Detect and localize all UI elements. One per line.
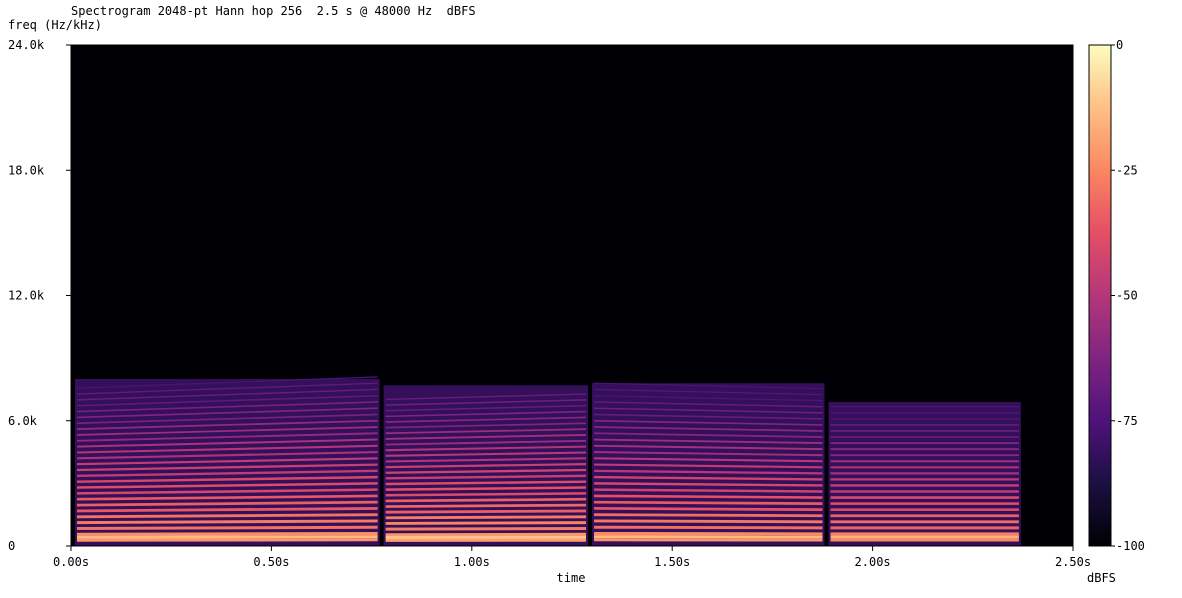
x-tick-label: 1.00s (454, 555, 490, 569)
colorbar-label: dBFS (1087, 571, 1116, 585)
x-tick-label: 2.50s (1055, 555, 1091, 569)
x-tick-label: 0.50s (253, 555, 289, 569)
harmonic-line (594, 519, 823, 524)
spectrogram-chart: 0.00s 0.50s 1.00s 1.50s 2.00s 2.50s 0 6.0k 12.0… (8, 38, 1145, 585)
y-axis: 0 6.0k 12.0k 18.0k 24.0k (8, 38, 71, 553)
colorbar (1088, 44, 1112, 547)
harmonic-line (385, 509, 587, 514)
harmonic-line (385, 521, 587, 525)
harmonic-line (594, 513, 823, 518)
x-axis: 0.00s 0.50s 1.00s 1.50s 2.00s 2.50s (53, 546, 1091, 569)
colorbar-axis: 0 -25 -50 -75 -100 (1111, 38, 1145, 553)
spectrogram-heatmap (75, 376, 1021, 546)
harmonic-line (594, 500, 823, 505)
harmonic-line (77, 531, 378, 536)
y-tick-label: 6.0k (8, 414, 38, 428)
colorbar-tick-label: -75 (1116, 414, 1138, 428)
colorbar-tick-label: -25 (1116, 163, 1138, 177)
harmonic-line (594, 494, 823, 499)
x-tick-label: 0.00s (53, 555, 89, 569)
colorbar-tick-label: -50 (1116, 289, 1138, 303)
harmonic-line (385, 503, 587, 508)
y-tick-label: 0 (8, 539, 15, 553)
x-axis-label: time (557, 571, 586, 585)
harmonic-line (385, 515, 587, 520)
harmonic-line (385, 526, 587, 531)
x-tick-label: 1.50s (654, 555, 690, 569)
y-tick-label: 24.0k (8, 38, 45, 52)
harmonic-line (385, 497, 587, 503)
harmonic-line (77, 525, 378, 530)
harmonic-line (594, 507, 823, 512)
colorbar-tick-label: -100 (1116, 539, 1145, 553)
harmonic-line (594, 525, 823, 530)
y-tick-label: 12.0k (8, 289, 45, 303)
fundamental-line (77, 535, 378, 539)
harmonic-line (76, 519, 378, 525)
y-tick-label: 18.0k (8, 163, 45, 177)
x-tick-label: 2.00s (855, 555, 891, 569)
colorbar-tick-label: 0 (1116, 38, 1123, 52)
